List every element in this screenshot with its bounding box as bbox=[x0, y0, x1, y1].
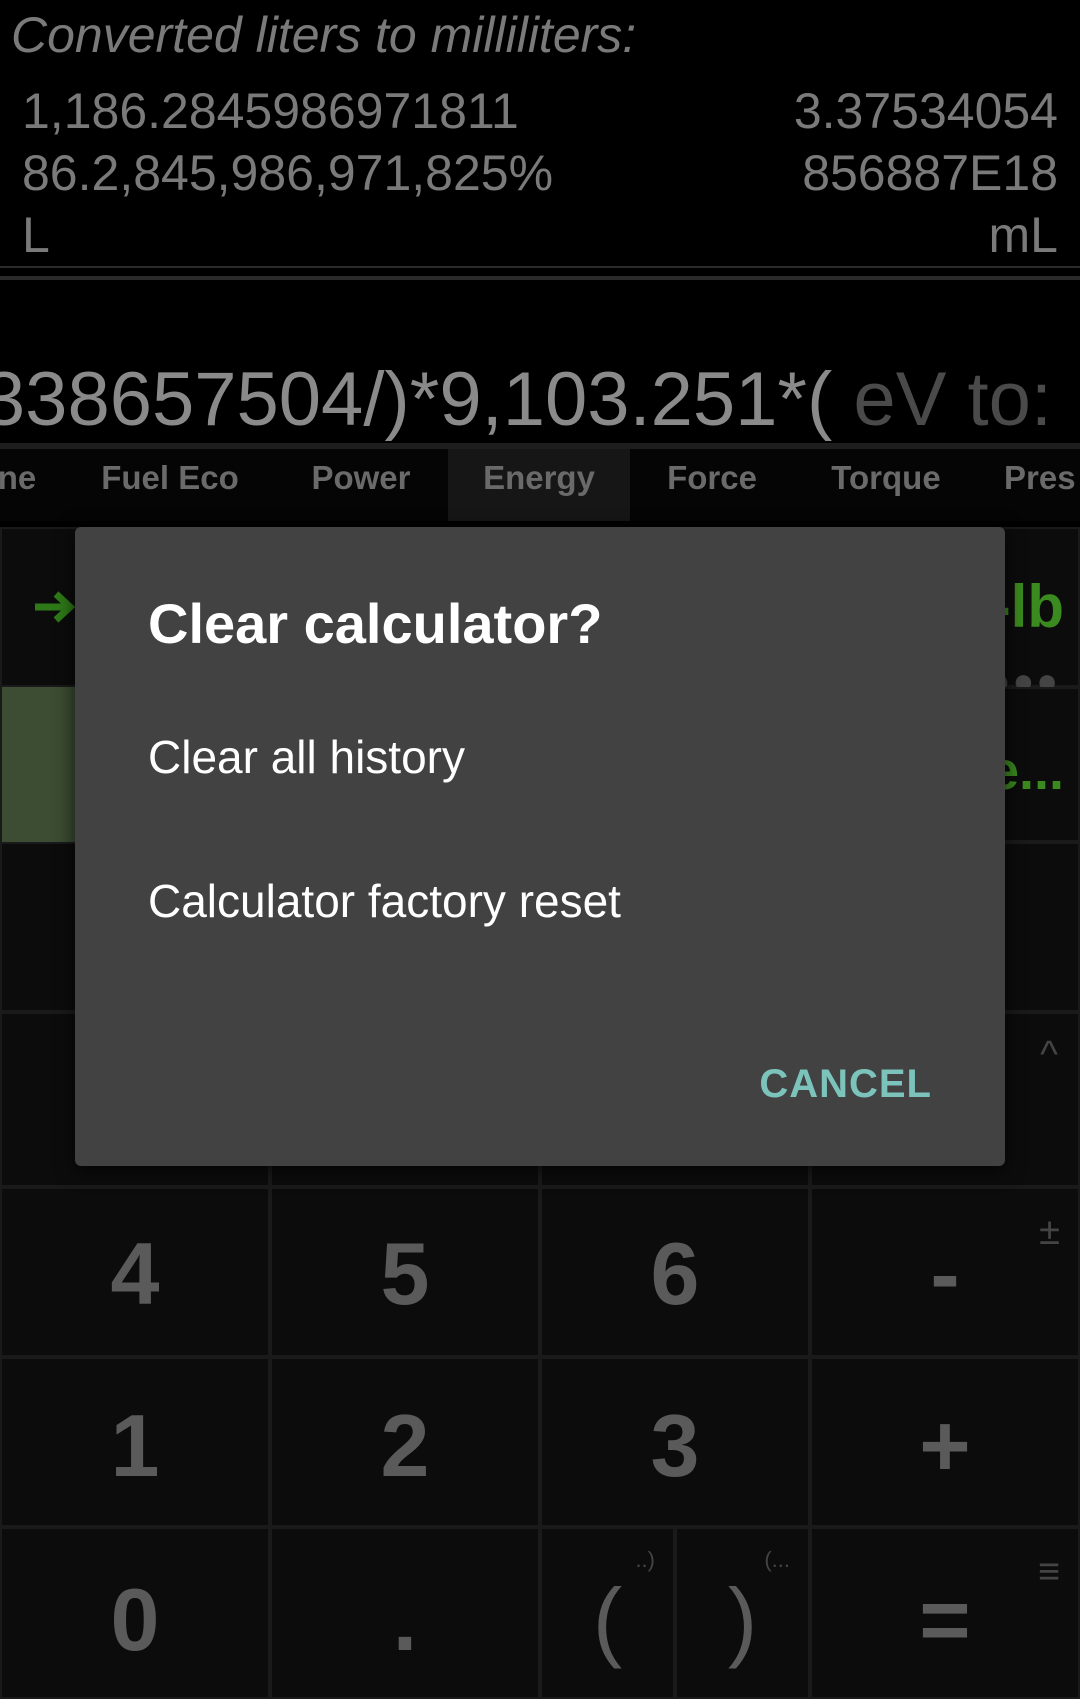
clear-calculator-dialog: Clear calculator? Clear all history Calc… bbox=[75, 527, 1005, 1166]
dialog-title: Clear calculator? bbox=[148, 592, 603, 655]
clear-all-history-option[interactable]: Clear all history bbox=[148, 730, 465, 784]
cancel-button[interactable]: CANCEL bbox=[759, 1062, 932, 1107]
factory-reset-option[interactable]: Calculator factory reset bbox=[148, 874, 621, 928]
